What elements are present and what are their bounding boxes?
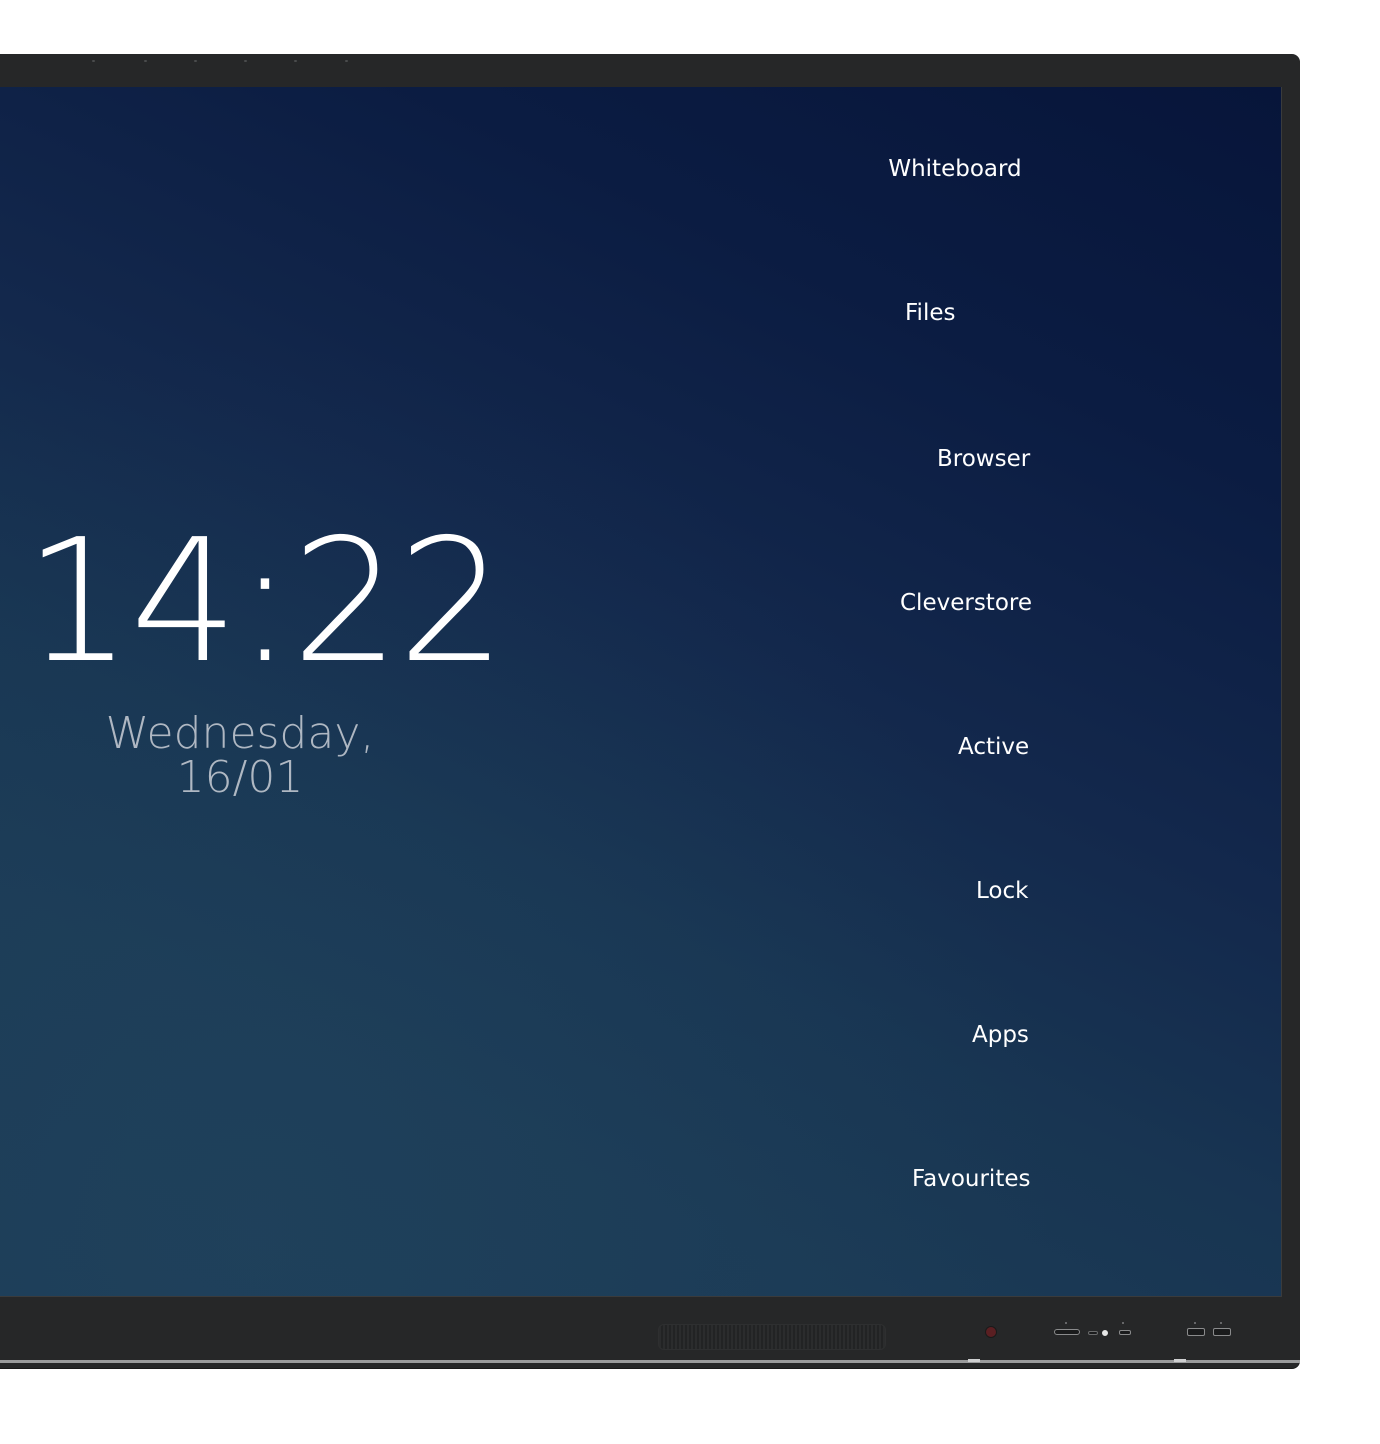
bezel-foot [968,1359,980,1362]
bezel-microphone-array [90,60,360,64]
usb-port [1187,1328,1205,1336]
light-sensor [986,1327,996,1337]
menu-item-active[interactable]: Active [958,732,1148,762]
usb-port [1213,1328,1231,1336]
menu-item-cleverstore[interactable]: Cleverstore [900,588,1090,618]
menu-item-whiteboard[interactable]: Whiteboard [860,154,1050,184]
menu-item-apps[interactable]: Apps [972,1020,1162,1050]
bezel-foot [1174,1359,1186,1362]
clock-time: 14:22 [24,503,506,701]
port-label [1220,1322,1222,1324]
usb-c-port [1119,1330,1131,1335]
hdmi-port [1054,1329,1080,1335]
clock-date: Wednesday, 16/01 [105,708,375,803]
menu-item-favourites[interactable]: Favourites [912,1164,1102,1194]
menu-item-browser[interactable]: Browser [937,444,1127,474]
audio-port [1088,1331,1098,1335]
power-indicator [1102,1330,1108,1336]
menu-item-files[interactable]: Files [905,298,1095,328]
bezel-bottom-edge [0,1360,1300,1363]
menu-item-lock[interactable]: Lock [976,876,1166,906]
home-screen: 14:22 Wednesday, 16/01 Whiteboard Files … [0,87,1282,1297]
speaker-grille [658,1324,886,1350]
display-bezel: 14:22 Wednesday, 16/01 Whiteboard Files … [0,54,1300,1368]
launcher-menu: Whiteboard Files Browser Cleverstore Act… [860,87,1080,1296]
port-label [1194,1322,1196,1324]
port-label [1065,1322,1067,1324]
port-label [1122,1322,1124,1324]
page: 14:22 Wednesday, 16/01 Whiteboard Files … [0,0,1380,1444]
